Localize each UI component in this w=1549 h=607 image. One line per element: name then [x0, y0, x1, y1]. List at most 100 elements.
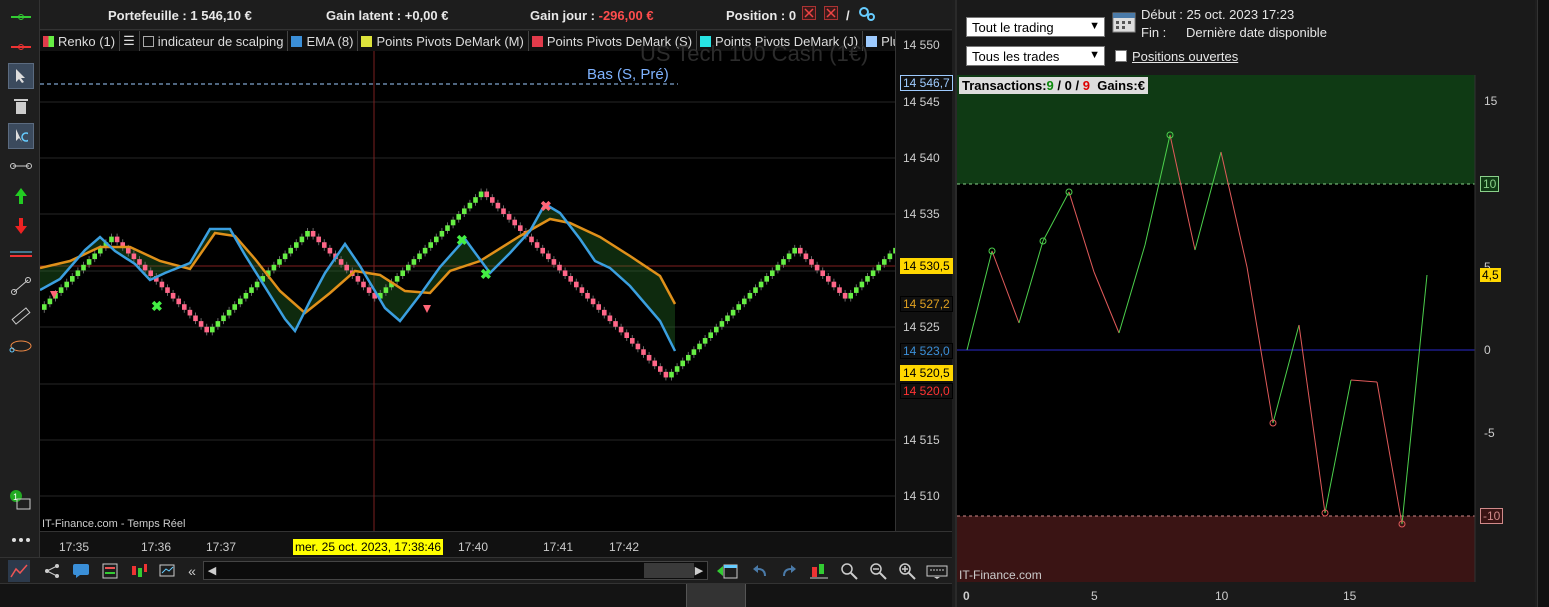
legend-item-pivot-m[interactable]: Points Pivots DeMark (M): [358, 31, 529, 51]
horizontal-line-green-icon[interactable]: [8, 4, 34, 30]
redo-icon[interactable]: [778, 560, 800, 582]
scrollbar-thumb[interactable]: [644, 563, 694, 578]
transactions-sep: /: [1075, 78, 1080, 93]
ellipse-icon[interactable]: [8, 333, 34, 359]
trades-filter-select[interactable]: Tous les trades ▼: [966, 46, 1105, 66]
y-tick-stop: -10: [1480, 508, 1504, 524]
legend-item-scalping[interactable]: indicateur de scalping: [140, 31, 289, 51]
horizontal-line-red-icon[interactable]: [8, 34, 34, 60]
settings-gear-icon[interactable]: [858, 6, 876, 25]
legend-item-renko[interactable]: Renko (1): [40, 31, 121, 51]
legend-item-list-icon[interactable]: ☰: [120, 31, 140, 51]
renko-brick-up: [848, 292, 853, 299]
renko-brick-down: [518, 225, 523, 231]
renko-brick-down: [641, 349, 646, 355]
renko-brick-up: [702, 338, 708, 344]
renko-brick-up: [775, 264, 781, 271]
renko-brick-down: [557, 264, 562, 271]
go-to-date-icon[interactable]: [716, 560, 738, 582]
y-tick-target: 10: [1480, 176, 1500, 192]
more-tools-icon[interactable]: [8, 527, 34, 553]
comment-icon[interactable]: [70, 560, 92, 582]
renko-brick-down: [652, 360, 657, 367]
renko-brick-down: [635, 343, 641, 350]
candles-icon[interactable]: [128, 560, 150, 582]
legend-item-ema[interactable]: EMA (8): [288, 31, 359, 51]
list-icon: ☰: [123, 33, 135, 48]
renko-brick-up: [215, 321, 221, 327]
x-tick: 15: [1343, 589, 1357, 603]
day-gain-info: Gain jour : -296,00 €: [530, 8, 654, 23]
open-positions-checkbox[interactable]: [1115, 50, 1127, 62]
day-gain-value: -296,00 €: [598, 8, 654, 23]
renko-brick-down: [618, 326, 624, 333]
trendline-icon[interactable]: [8, 273, 34, 299]
renko-brick-down: [820, 270, 825, 277]
template-icon[interactable]: [99, 560, 121, 582]
equity-curve-chart[interactable]: Transactions:9 / 0 / 9 Gains:€ IT-Financ…: [957, 75, 1537, 607]
trash-icon[interactable]: [8, 93, 34, 119]
unrealized-gain-info: Gain latent : +0,00 €: [326, 8, 449, 23]
renko-brick-down: [658, 366, 663, 372]
legend-label: Points Pivots DeMark (M): [376, 33, 524, 49]
status-panel: [686, 584, 746, 607]
close-position-icon[interactable]: [802, 6, 816, 23]
collapse-chevron-icon[interactable]: «: [181, 560, 203, 582]
renko-brick-down: [562, 270, 568, 277]
cursor-arrow-icon[interactable]: [8, 63, 34, 89]
indicators-icon[interactable]: [8, 560, 30, 582]
renko-brick-down: [327, 247, 333, 254]
start-date-info: Début : 25 oct. 2023 17:23: [1141, 7, 1294, 22]
zoom-in-icon[interactable]: [896, 560, 918, 582]
renko-brick-up: [753, 287, 758, 293]
alerts-icon[interactable]: 1: [8, 487, 34, 513]
renko-brick-down: [310, 230, 316, 237]
share-icon[interactable]: [41, 560, 63, 582]
x-tick: 5: [1091, 589, 1098, 603]
side-scroll-strip[interactable]: [1537, 0, 1549, 607]
renko-brick-down: [484, 191, 489, 198]
calendar-icon[interactable]: [1112, 10, 1136, 39]
segment-line-icon[interactable]: [8, 153, 34, 179]
renko-brick-up: [870, 270, 876, 277]
y-tick: 0: [1484, 343, 1491, 357]
chart-horizontal-scrollbar[interactable]: ◀ ▶: [203, 561, 708, 580]
scroll-left-icon[interactable]: ◀: [204, 562, 220, 579]
keyboard-icon[interactable]: [926, 560, 948, 582]
ruler-icon[interactable]: [8, 303, 34, 329]
renko-brick-down: [176, 298, 181, 305]
zoom-area-icon[interactable]: [838, 560, 860, 582]
start-date-value: 25 oct. 2023 17:23: [1186, 7, 1295, 22]
renko-chart[interactable]: US Tech 100 Cash (1€) ✖ ✖ ✖ ✖ Bas (S, Pr…: [40, 41, 895, 531]
trading-filter-select[interactable]: Tout le trading ▼: [966, 17, 1105, 37]
renko-brick-down: [826, 276, 831, 282]
time-axis[interactable]: 17:35 17:36 17:37 17:40 17:41 17:42 mer.…: [40, 531, 952, 557]
renko-brick-down: [512, 219, 517, 226]
price-axis[interactable]: 14 550 14 545 14 540 14 535 14 525 14 51…: [895, 31, 953, 531]
renko-brick-up: [674, 366, 680, 372]
renko-brick-down: [831, 281, 837, 288]
scroll-right-icon[interactable]: ▶: [691, 562, 707, 579]
renko-brick-up: [865, 276, 870, 282]
renko-brick-up: [109, 236, 114, 243]
undo-icon[interactable]: [749, 560, 771, 582]
compare-icon[interactable]: [157, 560, 179, 582]
zoom-out-icon[interactable]: [867, 560, 889, 582]
renko-brick-down: [568, 276, 573, 282]
price-tick: 14 510: [903, 489, 940, 503]
position-value: 0: [788, 8, 797, 23]
auto-scale-icon[interactable]: [808, 560, 830, 582]
cancel-orders-icon[interactable]: [824, 6, 838, 23]
renko-brick-up: [747, 292, 753, 299]
renko-brick-up: [400, 270, 405, 277]
sell-arrow-icon[interactable]: [8, 213, 34, 239]
renko-brick-down: [579, 287, 585, 293]
renko-brick-down: [148, 270, 153, 277]
buy-arrow-icon[interactable]: [8, 183, 34, 209]
x-tick: 10: [1215, 589, 1229, 603]
renko-brick-up: [411, 259, 417, 265]
rotate-select-icon[interactable]: [8, 123, 34, 149]
price-level-icon[interactable]: [8, 243, 34, 269]
open-positions-label[interactable]: Positions ouvertes: [1132, 49, 1238, 64]
pivot-label: Bas (S, Pré): [587, 66, 669, 83]
